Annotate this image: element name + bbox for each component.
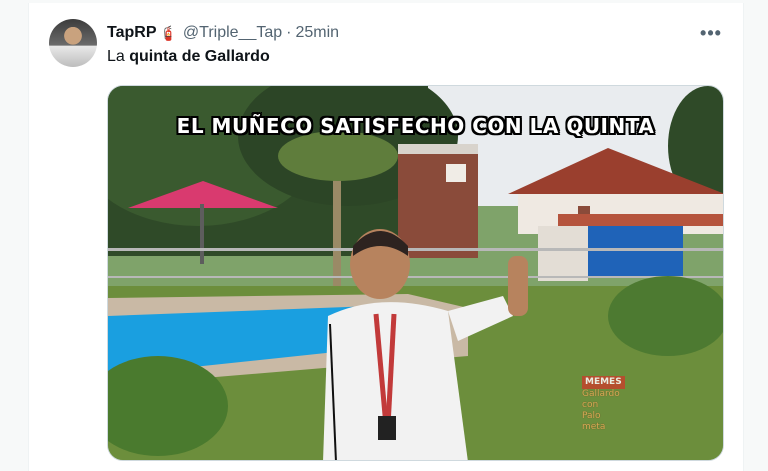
watermark-line: meta bbox=[582, 422, 606, 432]
separator-dot: · bbox=[286, 24, 292, 41]
meme-caption: EL MUÑECO SATISFECHO CON LA QUINTA bbox=[176, 114, 655, 138]
fire-extinguisher-icon: 🧯 bbox=[159, 24, 177, 41]
tweet-text-prefix: La bbox=[107, 48, 130, 65]
more-options-icon[interactable]: ••• bbox=[699, 21, 723, 45]
user-handle[interactable]: @Triple__Tap bbox=[183, 24, 282, 42]
avatar[interactable] bbox=[49, 19, 97, 67]
tweet-card[interactable]: TapRP 🧯 @Triple__Tap · 25min ••• La quin… bbox=[28, 3, 744, 471]
watermark-top: MEMES bbox=[582, 376, 625, 389]
timestamp[interactable]: 25min bbox=[296, 24, 340, 42]
watermark: MEMES Gallardo con Palo meta bbox=[582, 376, 640, 446]
tweet-media-image[interactable]: EL MUÑECO SATISFECHO CON LA QUINTA MEMES… bbox=[107, 85, 724, 461]
tweet-text: La quinta de Gallardo bbox=[107, 48, 270, 66]
display-name[interactable]: TapRP bbox=[107, 24, 156, 42]
tweet-header: TapRP 🧯 @Triple__Tap · 25min bbox=[107, 22, 339, 44]
watermark-line: Gallardo bbox=[582, 389, 620, 399]
tweet-text-bold: quinta de Gallardo bbox=[129, 48, 270, 65]
watermark-line: con bbox=[582, 400, 599, 410]
watermark-line: Palo bbox=[582, 411, 601, 421]
